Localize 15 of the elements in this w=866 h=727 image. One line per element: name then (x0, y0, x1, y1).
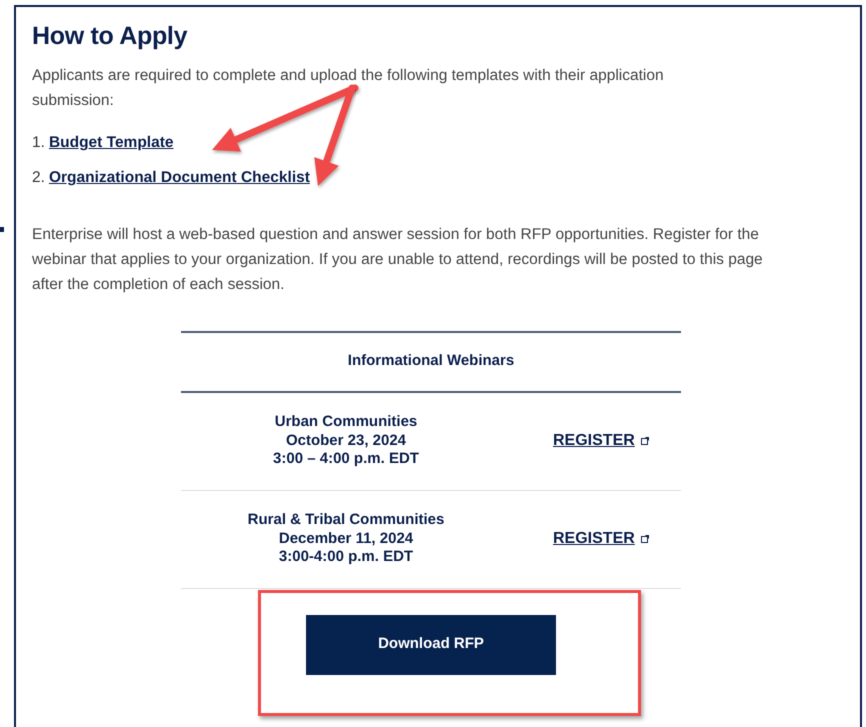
template-link[interactable]: Budget Template (48, 131, 174, 154)
list-number: 2. (32, 168, 45, 188)
register-link[interactable]: REGISTER (553, 429, 635, 453)
external-link-icon (640, 535, 649, 543)
section-title: How to Apply (32, 21, 188, 51)
webinar-details: Rural & Tribal Communities December 11, 2024 3:00-4:00 p.m. EDT (246, 511, 446, 567)
webinar-details: Urban Communities October 23, 2024 3:00 – 4:00 p.m. EDT (272, 413, 420, 469)
table-heading: Informational Webinars (348, 351, 514, 372)
intro-text: Applicants are required to complete and upload the following templates with their application submission: (32, 66, 665, 111)
register-link[interactable]: REGISTER (553, 527, 635, 551)
list-number: 1. (32, 133, 45, 153)
webinar-note: Enterprise will host a web-based question and answer session for both RFP opportunities. Register for the webinar that applies to your organization. If you are unable to attend, recordings will be posted to this page after the completion of each session. (32, 224, 764, 294)
download-button[interactable]: Download RFP (306, 614, 556, 674)
external-link-icon (640, 437, 649, 445)
template-link[interactable]: Organizational Document Checklist (48, 166, 310, 190)
